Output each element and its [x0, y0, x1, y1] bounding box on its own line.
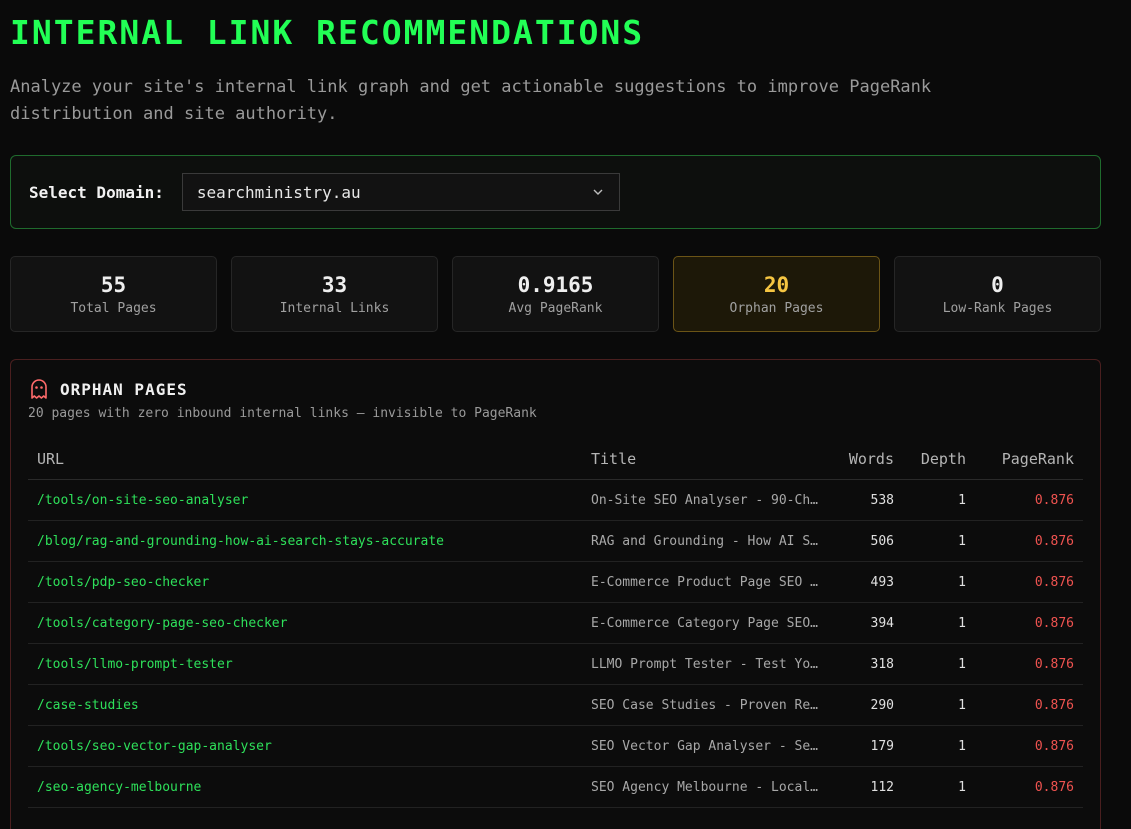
- page-title: INTERNAL LINK RECOMMENDATIONS: [10, 13, 645, 52]
- depth-cell: 1: [903, 684, 975, 726]
- table-row: /blog/rag-and-grounding-how-ai-search-st…: [28, 520, 1083, 562]
- url-link[interactable]: /tools/on-site-seo-analyser: [28, 479, 582, 521]
- domain-panel: Select Domain: searchministry.au: [10, 155, 1101, 229]
- url-link[interactable]: /tools/seo-vector-gap-analyser: [28, 725, 582, 767]
- table-row: /tools/category-page-seo-checker E-Commer…: [28, 602, 1083, 644]
- column-header-words[interactable]: Words: [832, 439, 903, 480]
- column-header-pagerank[interactable]: PageRank: [975, 439, 1083, 480]
- stat-label: Avg PageRank: [508, 300, 603, 316]
- stat-internal-links: 33 Internal Links: [231, 256, 438, 332]
- words-cell: 493: [832, 561, 903, 603]
- url-link[interactable]: /case-studies: [28, 684, 582, 726]
- depth-cell: 1: [903, 602, 975, 644]
- stat-label: Internal Links: [279, 300, 390, 316]
- table-row: /case-studies SEO Case Studies - Proven R…: [28, 684, 1083, 726]
- table-row: /tools/seo-vector-gap-analyser SEO Vector…: [28, 725, 1083, 767]
- pagerank-cell: 0.876: [975, 602, 1083, 644]
- domain-label: Select Domain:: [29, 182, 164, 202]
- pagerank-cell: 0.876: [975, 520, 1083, 562]
- page-title-cell: SEO Agency Melbourne - Local…: [582, 766, 832, 808]
- url-link[interactable]: /blog/rag-and-grounding-how-ai-search-st…: [28, 520, 582, 562]
- stat-label: Total Pages: [70, 300, 157, 316]
- depth-cell: 1: [903, 643, 975, 685]
- orphan-pages-header: ORPHAN PAGES: [28, 378, 1083, 400]
- page-subtitle: Analyze your site's internal link graph …: [10, 74, 1101, 128]
- page: INTERNAL LINK RECOMMENDATIONS Analyze yo…: [0, 0, 1131, 829]
- page-title-cell: RAG and Grounding - How AI S…: [582, 520, 832, 562]
- ghost-icon: [31, 379, 47, 399]
- table-row: /tools/on-site-seo-analyser On-Site SEO A…: [28, 479, 1083, 521]
- table-row: /tools/llmo-prompt-tester LLMO Prompt Tes…: [28, 643, 1083, 685]
- orphan-table-body: /tools/on-site-seo-analyser On-Site SEO A…: [28, 479, 1083, 808]
- page-title-cell: On-Site SEO Analyser - 90-Ch…: [582, 479, 832, 521]
- table-header-row: URL Title Words Depth PageRank: [28, 439, 1083, 480]
- stat-value: 20: [763, 272, 790, 297]
- subtitle-line-2: distribution and site authority.: [10, 104, 338, 124]
- words-cell: 179: [832, 725, 903, 767]
- stat-orphan-pages: 20 Orphan Pages: [673, 256, 880, 332]
- page-title-cell: E-Commerce Category Page SEO…: [582, 602, 832, 644]
- page-title-cell: SEO Case Studies - Proven Re…: [582, 684, 832, 726]
- stat-value: 55: [100, 272, 127, 297]
- words-cell: 394: [832, 602, 903, 644]
- url-link[interactable]: /seo-agency-melbourne: [28, 766, 582, 808]
- url-link[interactable]: /tools/pdp-seo-checker: [28, 561, 582, 603]
- stat-value: 0.9165: [517, 272, 594, 297]
- column-header-url[interactable]: URL: [28, 439, 582, 480]
- stat-total-pages: 55 Total Pages: [10, 256, 217, 332]
- depth-cell: 1: [903, 479, 975, 521]
- stat-label: Low-Rank Pages: [942, 300, 1053, 316]
- orphan-pages-title: ORPHAN PAGES: [60, 379, 188, 399]
- depth-cell: 1: [903, 561, 975, 603]
- pagerank-cell: 0.876: [975, 479, 1083, 521]
- domain-select-value: searchministry.au: [196, 182, 361, 202]
- table-row: /seo-agency-melbourne SEO Agency Melbourn…: [28, 766, 1083, 808]
- page-title-cell: LLMO Prompt Tester - Test Yo…: [582, 643, 832, 685]
- words-cell: 506: [832, 520, 903, 562]
- pagerank-cell: 0.876: [975, 684, 1083, 726]
- url-link[interactable]: /tools/category-page-seo-checker: [28, 602, 582, 644]
- column-header-title[interactable]: Title: [582, 439, 832, 480]
- depth-cell: 1: [903, 725, 975, 767]
- stats-row: 55 Total Pages 33 Internal Links 0.9165 …: [10, 256, 1101, 332]
- page-title-cell: E-Commerce Product Page SEO …: [582, 561, 832, 603]
- words-cell: 290: [832, 684, 903, 726]
- column-header-depth[interactable]: Depth: [903, 439, 975, 480]
- words-cell: 318: [832, 643, 903, 685]
- chevron-down-icon: [593, 189, 603, 195]
- orphan-pages-description: 20 pages with zero inbound internal link…: [28, 406, 537, 421]
- stat-low-rank-pages: 0 Low-Rank Pages: [894, 256, 1101, 332]
- orphan-pages-panel: ORPHAN PAGES 20 pages with zero inbound …: [10, 359, 1101, 829]
- subtitle-line-1: Analyze your site's internal link graph …: [10, 77, 932, 97]
- pagerank-cell: 0.876: [975, 725, 1083, 767]
- table-row: /tools/pdp-seo-checker E-Commerce Product…: [28, 561, 1083, 603]
- depth-cell: 1: [903, 520, 975, 562]
- stat-value: 0: [991, 272, 1004, 297]
- url-link[interactable]: /tools/llmo-prompt-tester: [28, 643, 582, 685]
- page-title-cell: SEO Vector Gap Analyser - Se…: [582, 725, 832, 767]
- words-cell: 112: [832, 766, 903, 808]
- stat-avg-pagerank: 0.9165 Avg PageRank: [452, 256, 659, 332]
- words-cell: 538: [832, 479, 903, 521]
- stat-value: 33: [321, 272, 348, 297]
- depth-cell: 1: [903, 766, 975, 808]
- pagerank-cell: 0.876: [975, 643, 1083, 685]
- stat-label: Orphan Pages: [729, 300, 824, 316]
- pagerank-cell: 0.876: [975, 766, 1083, 808]
- orphan-pages-table: URL Title Words Depth PageRank /tools/on…: [28, 439, 1083, 808]
- pagerank-cell: 0.876: [975, 561, 1083, 603]
- domain-select[interactable]: searchministry.au: [181, 173, 620, 211]
